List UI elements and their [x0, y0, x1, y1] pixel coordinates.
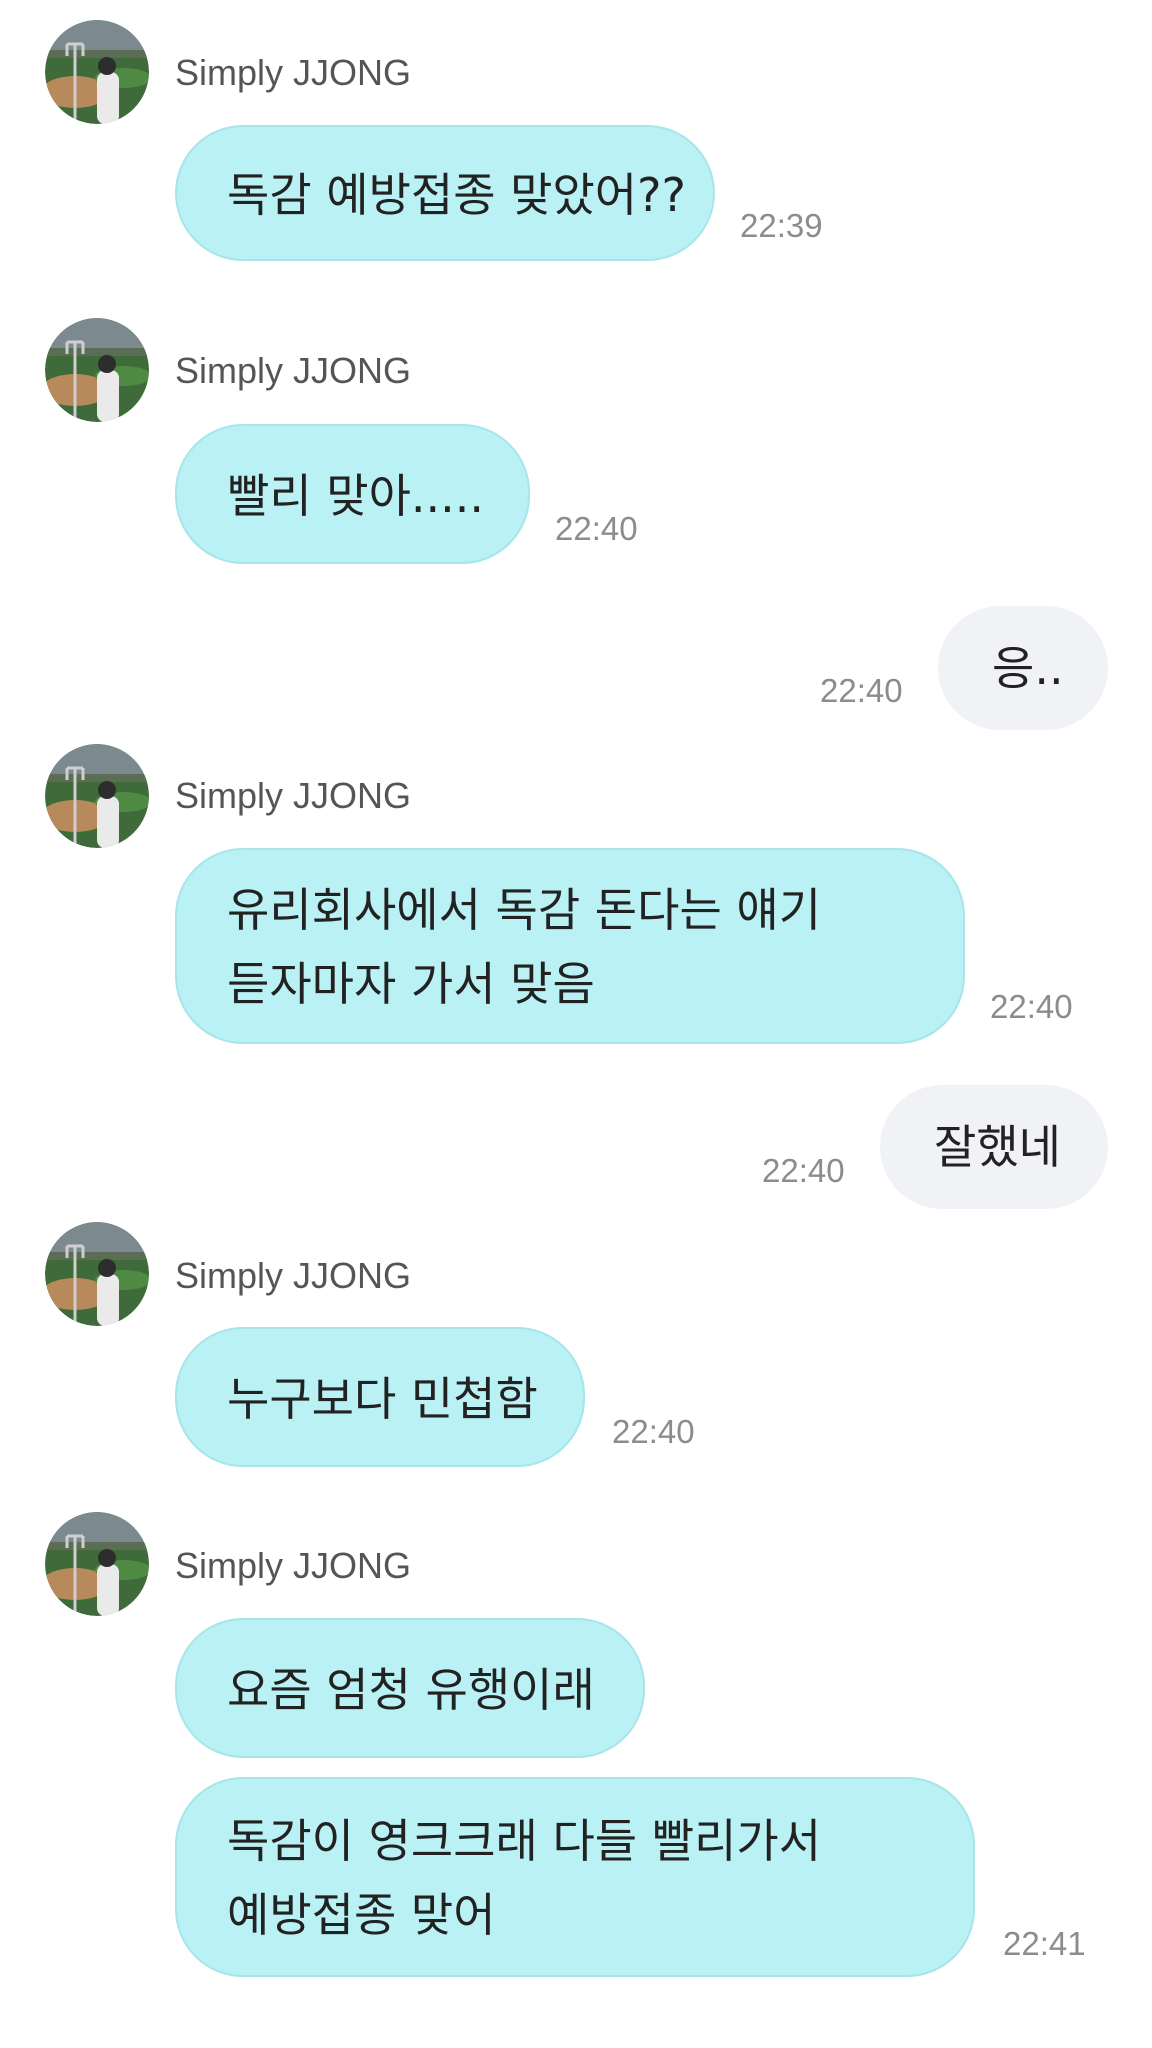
message-time: 22:41 — [1003, 1925, 1086, 1962]
message-text: 응.. — [992, 641, 1064, 695]
avatar-photo-icon — [45, 318, 149, 422]
message-bubble[interactable]: 독감 예방접종 맞았어?? — [175, 125, 715, 261]
message-text: 독감이 영크크래 다들 빨리가서 — [227, 1814, 822, 1868]
message-text: 빨리 맞아..... — [227, 469, 485, 523]
avatar[interactable] — [45, 318, 149, 422]
message-text: 독감 예방접종 맞았어?? — [227, 168, 686, 222]
avatar-photo-icon — [45, 20, 149, 124]
message-text: 예방접종 맞어 — [227, 1888, 496, 1942]
message-bubble[interactable]: 누구보다 민첩함 — [175, 1327, 585, 1467]
message-time: 22:39 — [740, 207, 823, 244]
avatar[interactable] — [45, 1222, 149, 1326]
message-text: 요즘 엄청 유행이래 — [227, 1663, 595, 1717]
sender-name: Simply JJONG — [175, 350, 412, 391]
sender-name: Simply JJONG — [175, 1545, 412, 1586]
message-bubble[interactable]: 독감이 영크크래 다들 빨리가서 예방접종 맞어 — [175, 1777, 975, 1977]
message-text: 듣자마자 가서 맞음 — [227, 957, 595, 1011]
avatar[interactable] — [45, 20, 149, 124]
message-time: 22:40 — [762, 1152, 845, 1189]
message-bubble[interactable]: 잘했네 — [880, 1085, 1108, 1209]
message-bubble[interactable]: 빨리 맞아..... — [175, 424, 530, 564]
avatar[interactable] — [45, 1512, 149, 1616]
message-bubble[interactable]: 응.. — [938, 606, 1108, 730]
sender-name: Simply JJONG — [175, 1255, 412, 1296]
message-text: 유리회사에서 독감 돈다는 얘기 — [227, 883, 822, 937]
avatar-photo-icon — [45, 744, 149, 848]
sender-name: Simply JJONG — [175, 775, 412, 816]
avatar-photo-icon — [45, 1222, 149, 1326]
message-time: 22:40 — [555, 510, 638, 547]
message-time: 22:40 — [990, 988, 1073, 1025]
avatar-photo-icon — [45, 1512, 149, 1616]
sender-name: Simply JJONG — [175, 52, 412, 93]
message-time: 22:40 — [612, 1413, 695, 1450]
message-text: 잘했네 — [934, 1120, 1061, 1174]
message-bubble[interactable]: 유리회사에서 독감 돈다는 얘기 듣자마자 가서 맞음 — [175, 848, 965, 1044]
message-time: 22:40 — [820, 672, 903, 709]
avatar[interactable] — [45, 744, 149, 848]
message-text: 누구보다 민첩함 — [227, 1372, 538, 1426]
message-bubble[interactable]: 요즘 엄청 유행이래 — [175, 1618, 645, 1758]
